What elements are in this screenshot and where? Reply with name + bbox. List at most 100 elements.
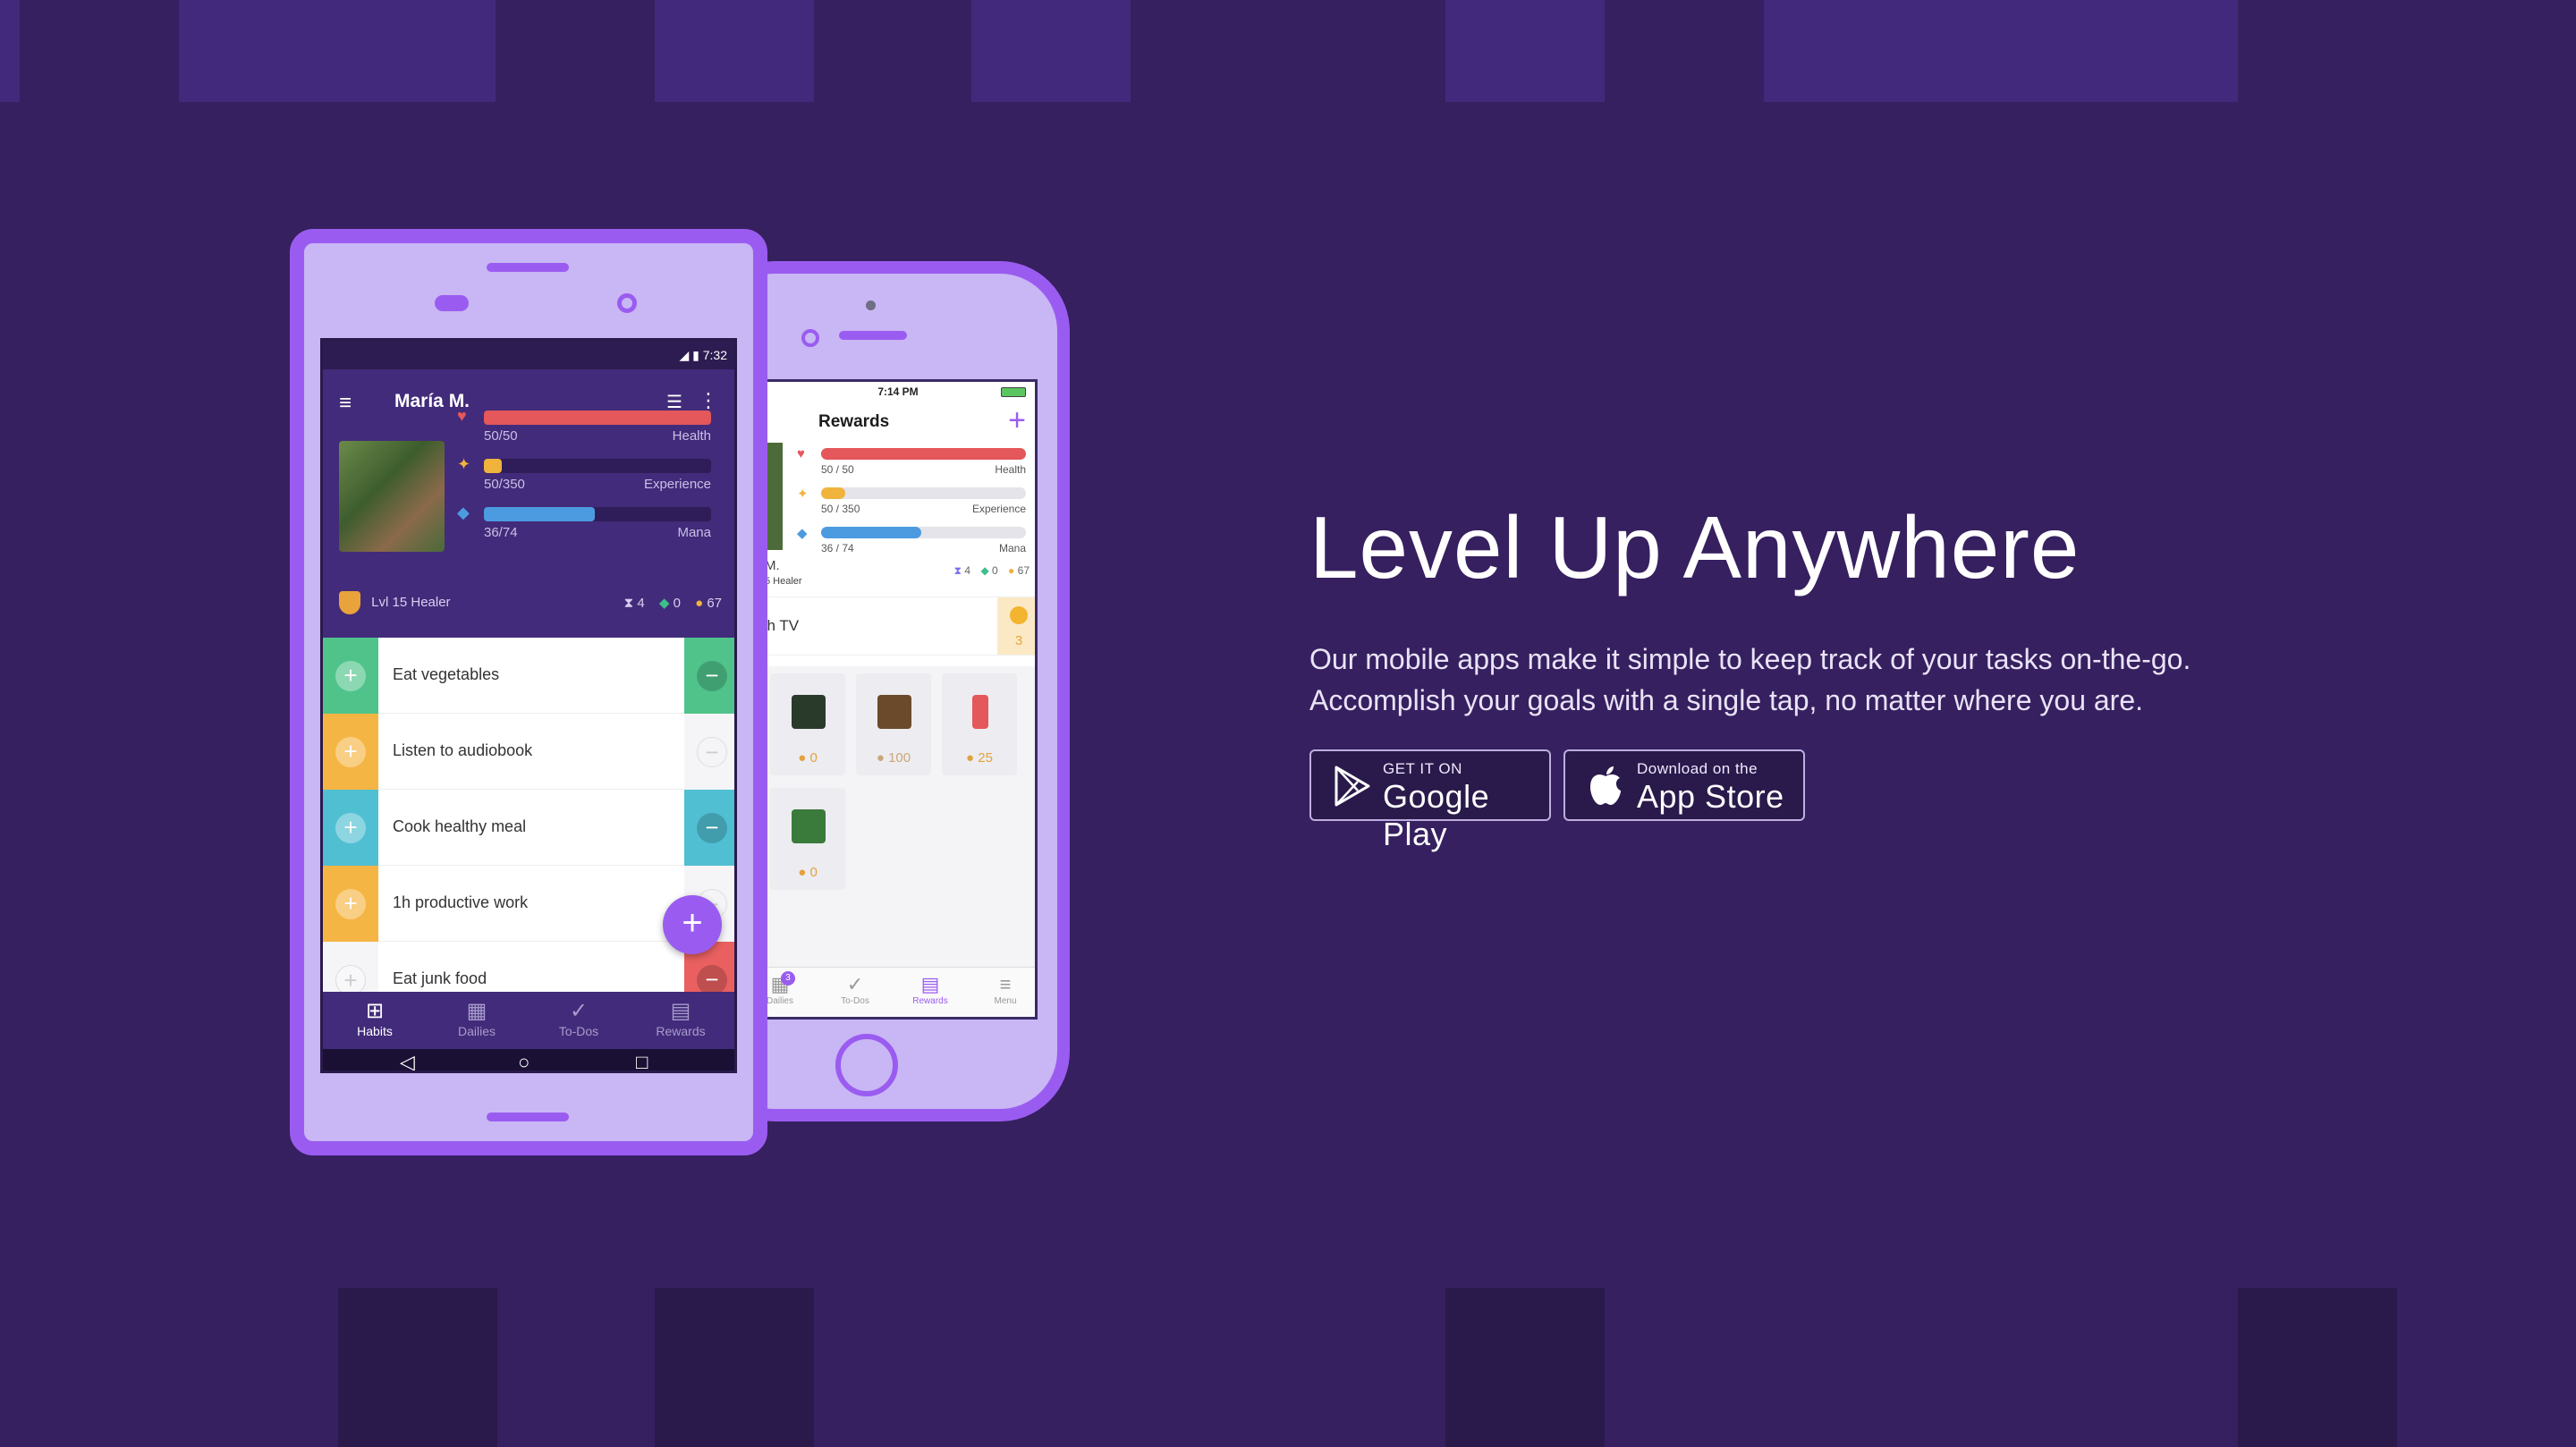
habit-plus-button[interactable]: + — [323, 866, 378, 942]
add-reward-icon[interactable]: + — [1008, 405, 1026, 436]
recents-icon[interactable]: □ — [636, 1051, 648, 1070]
bg-block — [1445, 1288, 1605, 1447]
habit-list: + Eat vegetables − + Listen to audiobook… — [323, 638, 734, 1018]
more-icon[interactable]: ⋮ — [699, 389, 718, 412]
habit-title: Eat junk food — [393, 969, 487, 987]
avatar — [339, 441, 445, 552]
star-icon: ✦ — [797, 487, 809, 502]
shop-item[interactable]: ● 0 — [770, 673, 845, 775]
star-icon: ✦ — [457, 455, 471, 473]
list-item[interactable]: + Listen to audiobook − — [323, 714, 734, 790]
bg-block — [2238, 1288, 2397, 1447]
tab-label: Rewards — [656, 1024, 706, 1038]
gold-icon: ● — [695, 596, 704, 611]
check-circle-icon: ✓ — [569, 999, 589, 1023]
shop-item[interactable]: ● 100 — [856, 673, 931, 775]
list-item[interactable]: + Cook healthy meal − — [323, 790, 734, 866]
hourglass-count: 4 — [964, 564, 971, 577]
tab-todos[interactable]: ✓ To-Dos — [824, 973, 886, 1006]
minus-icon: − — [697, 965, 727, 995]
android-header: ≡ María M. ☰ ⋮ ♥ 50/50 Health ✦ 50/350 E… — [323, 369, 734, 638]
plus-icon: + — [335, 813, 366, 843]
plus-icon: + — [335, 889, 366, 919]
bg-block — [1764, 0, 2238, 102]
health-value: 50 / 50 — [821, 463, 854, 476]
tab-rewards[interactable]: ▤ Rewards — [629, 999, 733, 1038]
home-icon[interactable]: ○ — [518, 1051, 530, 1070]
hourglass-icon: ⧗ — [953, 564, 962, 577]
ios-screen: 7:14 PM Rewards + ♥ 50 / 50 Health ✦ 50 … — [758, 379, 1038, 1020]
tagline-line: Accomplish your goals with a single tap,… — [1309, 684, 2144, 716]
tab-label: Habits — [357, 1024, 393, 1038]
habit-plus-button[interactable]: + — [323, 790, 378, 866]
ios-nav-bar: Rewards + — [761, 402, 1035, 443]
level-label: Lvl 15 Healer — [339, 591, 451, 614]
tab-todos[interactable]: ✓ To-Dos — [527, 999, 631, 1038]
bg-block — [338, 1288, 497, 1447]
page-title: Level Up Anywhere — [1309, 498, 2080, 597]
level-text: Lvl 15 Healer — [371, 594, 451, 610]
gem-count: 0 — [992, 564, 998, 577]
ios-status-time: 7:14 PM — [877, 385, 919, 398]
signal-icon: ◢ ▮ — [679, 348, 703, 362]
camera-dot — [866, 300, 876, 310]
speaker-slot — [487, 263, 569, 272]
tab-habits[interactable]: ⊞ Habits — [323, 999, 427, 1038]
shop-item[interactable]: ● 25 — [942, 673, 1017, 775]
habit-minus-button[interactable]: − — [684, 790, 734, 866]
battery-icon — [1001, 387, 1026, 397]
tab-label: To-Dos — [841, 996, 869, 1006]
app-store-button[interactable]: Download on the App Store — [1563, 749, 1805, 821]
back-icon[interactable]: ◁ — [400, 1051, 415, 1070]
dailies-badge: 3 — [781, 971, 795, 986]
tab-label: Menu — [994, 996, 1017, 1006]
add-habit-button[interactable]: + — [663, 895, 722, 954]
tab-menu[interactable]: ≡ Menu — [974, 973, 1035, 1006]
shield-icon — [339, 591, 360, 614]
tab-rewards[interactable]: ▤ Rewards — [899, 973, 962, 1006]
hamburger-icon[interactable]: ≡ — [339, 391, 352, 416]
gold-icon — [1010, 606, 1028, 624]
google-play-small-text: GET IT ON — [1383, 760, 1462, 777]
list-item[interactable]: + Eat vegetables − — [323, 638, 734, 714]
gold-count: 67 — [707, 596, 722, 611]
habit-minus-button[interactable]: − — [684, 714, 734, 790]
home-button — [835, 1034, 898, 1096]
check-circle-icon: ✓ — [846, 973, 864, 995]
shop-grid: ● 0 ● 100 ● 25 ● 0 — [761, 666, 1035, 997]
sensor-dot — [801, 329, 819, 347]
android-screen: ◢ ▮ 7:32 ≡ María M. ☰ ⋮ ♥ 50/50 Health ✦… — [320, 338, 737, 1073]
habit-plus-button[interactable]: + — [323, 638, 378, 714]
tab-label: Rewards — [912, 996, 948, 1006]
buy-reward-button[interactable]: 3 — [997, 597, 1035, 655]
habit-minus-button[interactable]: − — [684, 638, 734, 714]
habit-title: Eat vegetables — [393, 665, 500, 683]
plus-icon: + — [335, 737, 366, 767]
mana-label: Mana — [998, 542, 1026, 554]
shop-item[interactable]: ● 0 — [770, 788, 845, 890]
bg-block — [655, 0, 814, 102]
habit-title: Cook healthy meal — [393, 817, 527, 835]
heart-icon: ♥ — [797, 446, 805, 461]
bg-block — [971, 0, 1131, 102]
android-mockup: ◢ ▮ 7:32 ≡ María M. ☰ ⋮ ♥ 50/50 Health ✦… — [290, 229, 767, 1155]
reward-item[interactable]: ch TV 3 — [761, 597, 1035, 656]
minus-icon: − — [697, 661, 727, 691]
tab-dailies[interactable]: ▦ Dailies — [425, 999, 529, 1038]
android-status-bar: ◢ ▮ 7:32 — [323, 341, 734, 369]
hamburger-icon: ≡ — [999, 973, 1012, 995]
gem-icon: ◆ — [658, 596, 670, 611]
currency-row: ⧗ 4 ◆ 0 ● 67 — [624, 595, 722, 611]
tagline-line: Our mobile apps make it simple to keep t… — [1309, 643, 2191, 675]
reward-price: 3 — [1014, 633, 1023, 648]
chest-icon — [877, 695, 911, 729]
app-store-label: App Store — [1637, 778, 1784, 815]
experience-value: 50 / 350 — [821, 503, 860, 515]
tab-label: Dailies — [457, 1024, 496, 1038]
health-label: Health — [995, 463, 1026, 476]
shop-item-price: ● 25 — [966, 750, 993, 766]
gem-count: 0 — [673, 596, 681, 611]
google-play-button[interactable]: GET IT ON Google Play — [1309, 749, 1551, 852]
habit-plus-button[interactable]: + — [323, 714, 378, 790]
ios-user-name: M. 5 Healer — [765, 559, 802, 588]
